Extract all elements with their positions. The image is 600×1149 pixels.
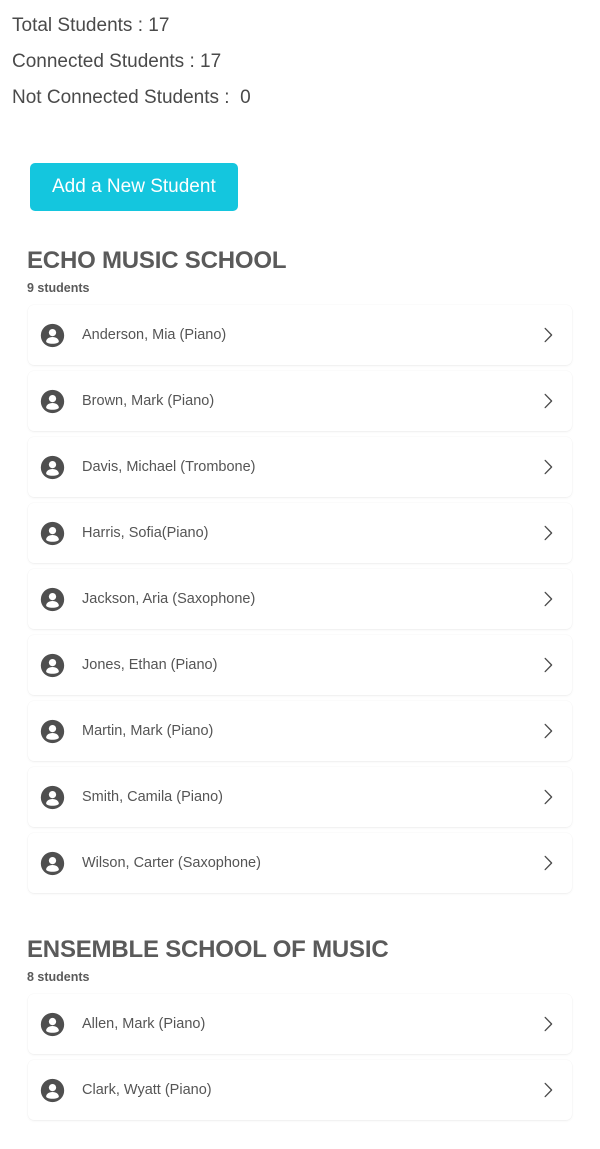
student-name: Brown, Mark (Piano) [82, 393, 215, 409]
add-student-button-wrap: Add a New Student [0, 116, 600, 211]
chevron-right-icon[interactable] [543, 327, 554, 343]
student-name: Clark, Wyatt (Piano) [82, 1082, 212, 1098]
chevron-right-icon[interactable] [543, 1016, 554, 1032]
account-circle-icon [40, 587, 65, 611]
students-page: Total Students : 17 Connected Students :… [0, 0, 600, 1149]
student-row[interactable]: Wilson, Carter (Saxophone) [28, 833, 572, 893]
chevron-right-icon[interactable] [543, 657, 554, 673]
student-name: Jones, Ethan (Piano) [82, 657, 218, 673]
student-row[interactable]: Martin, Mark (Piano) [28, 701, 572, 761]
student-row[interactable]: Brown, Mark (Piano) [28, 371, 572, 431]
account-circle-icon [40, 455, 65, 479]
total-students-label: Total Students : 17 [12, 15, 170, 36]
school-sections: ECHO MUSIC SCHOOL 9 students Anderson, M… [0, 248, 600, 1120]
student-row[interactable]: Anderson, Mia (Piano) [28, 305, 572, 365]
school-name: ENSEMBLE SCHOOL OF MUSIC [27, 936, 389, 963]
student-name: Wilson, Carter (Saxophone) [82, 855, 261, 871]
school-section-0: ECHO MUSIC SCHOOL 9 students Anderson, M… [0, 248, 600, 893]
school-section-1: ENSEMBLE SCHOOL OF MUSIC 8 students Alle… [0, 937, 600, 1120]
student-list: Anderson, Mia (Piano) Brown, Mark (Piano… [0, 305, 600, 893]
student-row[interactable]: Harris, Sofia(Piano) [28, 503, 572, 563]
school-section-header: ENSEMBLE SCHOOL OF MUSIC 8 students [0, 936, 600, 985]
chevron-right-icon[interactable] [543, 393, 554, 409]
school-name: ECHO MUSIC SCHOOL [27, 247, 287, 274]
student-row[interactable]: Jackson, Aria (Saxophone) [28, 569, 572, 629]
school-student-count: 8 students [27, 970, 90, 984]
chevron-right-icon[interactable] [543, 459, 554, 475]
account-circle-icon [40, 653, 65, 677]
connected-students-label: Connected Students : 17 [12, 51, 222, 72]
account-circle-icon [40, 851, 65, 875]
student-name: Allen, Mark (Piano) [82, 1016, 206, 1032]
student-name: Jackson, Aria (Saxophone) [82, 591, 256, 607]
student-name: Davis, Michael (Trombone) [82, 459, 256, 475]
add-new-student-button[interactable]: Add a New Student [30, 163, 238, 211]
not-connected-students-label: Not Connected Students : 0 [12, 87, 251, 108]
student-name: Smith, Camila (Piano) [82, 789, 224, 805]
chevron-right-icon[interactable] [543, 525, 554, 541]
account-circle-icon [40, 719, 65, 743]
account-circle-icon [40, 1012, 65, 1036]
student-name: Harris, Sofia(Piano) [82, 525, 209, 541]
student-row[interactable]: Smith, Camila (Piano) [28, 767, 572, 827]
student-row[interactable]: Davis, Michael (Trombone) [28, 437, 572, 497]
school-section-header: ECHO MUSIC SCHOOL 9 students [0, 247, 600, 296]
chevron-right-icon[interactable] [543, 591, 554, 607]
student-list: Allen, Mark (Piano) Clark, Wyatt (Piano) [0, 994, 600, 1120]
student-name: Martin, Mark (Piano) [82, 723, 214, 739]
student-row[interactable]: Allen, Mark (Piano) [28, 994, 572, 1054]
account-circle-icon [40, 521, 65, 545]
account-circle-icon [40, 323, 65, 347]
school-student-count: 9 students [27, 281, 90, 295]
account-circle-icon [40, 389, 65, 413]
chevron-right-icon[interactable] [543, 723, 554, 739]
student-row[interactable]: Clark, Wyatt (Piano) [28, 1060, 572, 1120]
chevron-right-icon[interactable] [543, 789, 554, 805]
student-row[interactable]: Jones, Ethan (Piano) [28, 635, 572, 695]
student-name: Anderson, Mia (Piano) [82, 327, 227, 343]
chevron-right-icon[interactable] [543, 855, 554, 871]
account-circle-icon [40, 785, 65, 809]
account-circle-icon [40, 1078, 65, 1102]
student-summary: Total Students : 17 Connected Students :… [0, 0, 600, 116]
chevron-right-icon[interactable] [543, 1082, 554, 1098]
